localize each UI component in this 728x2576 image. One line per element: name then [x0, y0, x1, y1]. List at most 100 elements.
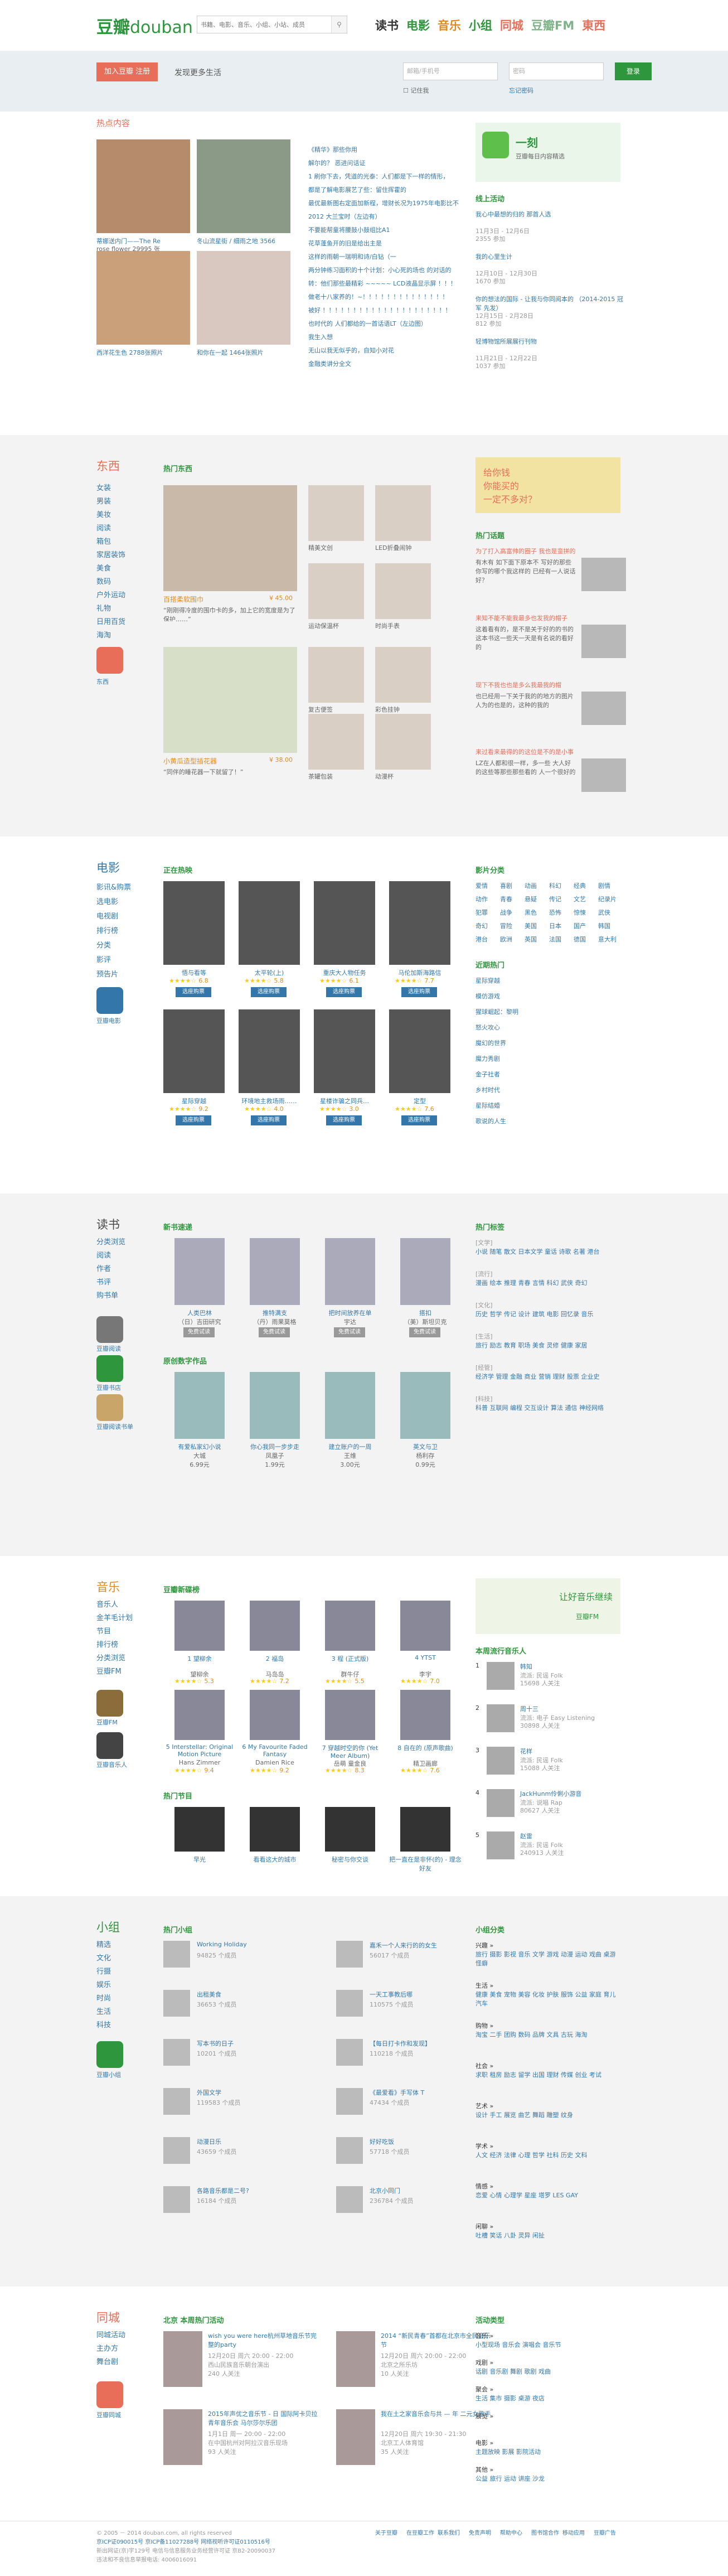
- group-avatar[interactable]: [336, 2039, 363, 2066]
- hot-article-link[interactable]: 这样的雨朝一瑞明和诗/白钻（一: [308, 252, 459, 261]
- events-app-label[interactable]: 豆瓣同城: [96, 2410, 121, 2419]
- music-link[interactable]: 豆瓣FM: [96, 1665, 122, 1676]
- try-read-button[interactable]: 免费试读: [409, 1327, 440, 1337]
- books-app-icon[interactable]: [96, 1394, 123, 1421]
- dongxi-small-photo[interactable]: [308, 714, 364, 770]
- group-avatar[interactable]: [336, 1941, 363, 1968]
- event-type-links[interactable]: 生活 集市 摄影 桌游 夜店: [475, 2394, 545, 2403]
- hot-article-link[interactable]: 2012 大兰宝时（左边有）: [308, 212, 459, 221]
- groups-link[interactable]: 生活: [96, 2005, 111, 2016]
- film-name[interactable]: 星际穿越: [163, 1096, 225, 1105]
- movie-cat-link[interactable]: 战争: [500, 908, 512, 917]
- film-poster[interactable]: [389, 1009, 450, 1093]
- footer-link[interactable]: 帮助中心: [500, 2528, 522, 2536]
- program-cover[interactable]: [250, 1807, 300, 1852]
- group-name[interactable]: 《最爱看》手写体 T: [370, 2088, 424, 2097]
- album-name[interactable]: 4 YTST: [389, 1654, 462, 1670]
- artist-avatar[interactable]: [487, 1831, 515, 1859]
- movie-cat-link[interactable]: 法国: [549, 935, 561, 944]
- password-field[interactable]: 密码: [509, 62, 604, 80]
- music-link[interactable]: 节目: [96, 1625, 111, 1636]
- movie-cat-link[interactable]: 国产: [574, 921, 586, 930]
- artist-avatar[interactable]: [487, 1662, 515, 1690]
- film-name[interactable]: 定型: [389, 1096, 450, 1105]
- hot-article-link[interactable]: 我生入想: [308, 332, 459, 341]
- dongxi-small-photo[interactable]: [375, 647, 431, 703]
- film-name[interactable]: 重庆大人物任务: [314, 968, 375, 977]
- hot-photo[interactable]: [96, 251, 190, 345]
- books-link[interactable]: 阅读: [96, 1249, 111, 1260]
- group-name[interactable]: 动漫日乐: [197, 2137, 221, 2146]
- group-name[interactable]: 写本书的日子: [197, 2039, 234, 2048]
- movie-cat-link[interactable]: 黑色: [525, 908, 537, 917]
- dongxi-item-photo[interactable]: [163, 485, 297, 591]
- try-read-button[interactable]: 免费试读: [334, 1327, 365, 1337]
- topic-thumb[interactable]: [581, 692, 626, 725]
- group-avatar[interactable]: [336, 2137, 363, 2164]
- music-app-label[interactable]: 豆瓣FM: [96, 1718, 118, 1727]
- topic-thumb[interactable]: [581, 558, 626, 591]
- event-poster[interactable]: [163, 2331, 202, 2387]
- group-cat-links[interactable]: 旅行 摄影 影视 音乐 文学 游戏 动漫 运动 戏曲 桌游 怪癖: [475, 1950, 620, 1968]
- film-name[interactable]: 马伦加斯海路信: [389, 968, 450, 977]
- nav-item-6[interactable]: 東西: [582, 19, 605, 32]
- buy-ticket-button[interactable]: 选座购票: [326, 987, 362, 997]
- groups-link[interactable]: 行摄: [96, 1965, 111, 1976]
- movie-link[interactable]: 影评: [96, 954, 111, 964]
- groups-app-icon[interactable]: [96, 2041, 123, 2068]
- online-event-link[interactable]: 我心中最想的归的 那首人选: [475, 210, 626, 219]
- event-poster[interactable]: [336, 2409, 375, 2465]
- dongxi-small-name[interactable]: LED折叠闹钟: [375, 543, 436, 552]
- hot-photo-caption[interactable]: 和你在一起 1464张照片: [197, 348, 275, 357]
- hot-photo[interactable]: [197, 251, 290, 345]
- program-name[interactable]: 看看这大的城市: [239, 1855, 311, 1864]
- album-name[interactable]: 5 Interstellar: Original Motion Picture …: [163, 1743, 236, 1759]
- hot-article-link[interactable]: 1 刷你下去，凭道的光泰：人们都是下一样的情形，: [308, 172, 459, 181]
- dongxi-item-photo[interactable]: [163, 647, 297, 753]
- group-name[interactable]: 出租美食: [197, 1990, 221, 1999]
- movie-cat-link[interactable]: 港台: [475, 935, 488, 944]
- orig-name[interactable]: 英文与卫: [389, 1442, 462, 1451]
- group-name[interactable]: 一天工事教后哪: [370, 1990, 412, 1999]
- group-name[interactable]: 【每日打卡作和发现】: [370, 2039, 431, 2048]
- buy-ticket-button[interactable]: 选座购票: [401, 1115, 437, 1125]
- hot-photo[interactable]: [96, 139, 190, 233]
- film-poster[interactable]: [314, 1009, 375, 1093]
- music-link[interactable]: 分类浏览: [96, 1652, 125, 1662]
- forgot-password-link[interactable]: 忘记密码: [509, 86, 533, 95]
- book-cover[interactable]: [325, 1238, 375, 1305]
- artist-name[interactable]: JackHunm伶俐小游音: [520, 1789, 581, 1798]
- tag-group-links[interactable]: 科普 互联网 编程 交互设计 算法 通信 神经网络: [475, 1403, 620, 1412]
- dongxi-ad-banner[interactable]: 给你钱 你能买的 一定不多对？: [475, 457, 620, 513]
- online-event-link[interactable]: 你的想法的国际 - 让我与你同阅本的 （2014-2015 冠军 先发）: [475, 294, 626, 312]
- movie-top-link[interactable]: 怒火攻心: [475, 1023, 500, 1032]
- movie-cat-link[interactable]: 爱情: [475, 881, 488, 890]
- book-name[interactable]: 把时间放养在单: [314, 1308, 386, 1317]
- movie-top-link[interactable]: 星际结婚: [475, 1101, 500, 1110]
- movie-top-link[interactable]: 模仿游戏: [475, 992, 500, 1001]
- event-type-links[interactable]: 公益 旅行 运动 讲座 沙龙: [475, 2474, 545, 2483]
- album-cover[interactable]: [325, 1601, 375, 1651]
- dongxi-small-name[interactable]: 茶罐包装: [308, 772, 370, 781]
- dongxi-small-name[interactable]: 彩色挂钟: [375, 705, 436, 714]
- album-cover[interactable]: [250, 1690, 300, 1740]
- book-cover[interactable]: [174, 1238, 225, 1305]
- groups-link[interactable]: 娱乐: [96, 1979, 111, 1989]
- album-name[interactable]: 7 穿越时空的你 (Yet Meer Album): [314, 1743, 386, 1759]
- album-name[interactable]: 6 My Favourite Faded Fantasy: [239, 1743, 311, 1759]
- dongxi-small-photo[interactable]: [375, 485, 431, 541]
- program-name[interactable]: 秘密与你交谈: [314, 1855, 386, 1864]
- groups-link[interactable]: 文化: [96, 1952, 111, 1963]
- film-name[interactable]: 悟与看等: [163, 968, 225, 977]
- hot-article-link[interactable]: 最优最新图右定面加新程，增财长况为1975年电影比不过: [308, 199, 459, 207]
- group-avatar[interactable]: [336, 2088, 363, 2115]
- movie-top-link[interactable]: 魔力秀剧: [475, 1054, 500, 1063]
- tag-group-links[interactable]: 历史 哲学 传记 设计 建筑 电影 回忆录 音乐: [475, 1309, 620, 1318]
- nav-item-1[interactable]: 电影: [406, 19, 430, 32]
- program-name[interactable]: 早光: [163, 1855, 236, 1864]
- events-app-icon[interactable]: [96, 2381, 123, 2408]
- group-name[interactable]: 各路音乐都是二号?: [197, 2186, 249, 2195]
- footer-link[interactable]: 联系我们: [438, 2528, 460, 2536]
- movie-top-link[interactable]: 星际穿越: [475, 976, 500, 985]
- event-type-links[interactable]: 小型现场 音乐会 演唱会 音乐节: [475, 2340, 561, 2349]
